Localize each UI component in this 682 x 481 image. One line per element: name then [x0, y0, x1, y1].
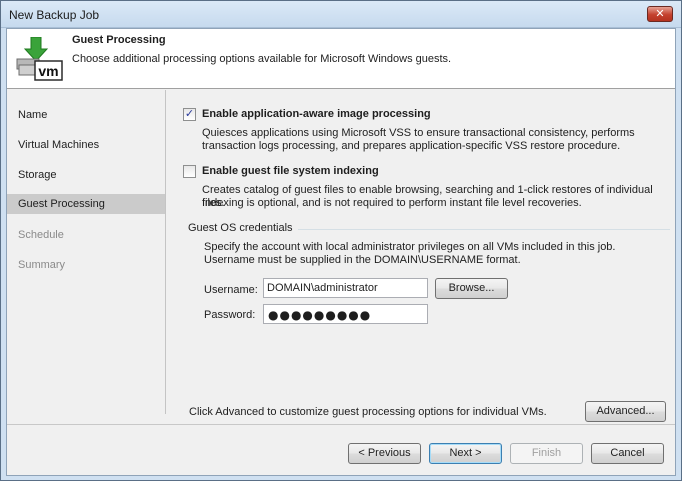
window-title: New Backup Job	[9, 8, 100, 22]
close-button[interactable]: ✕	[647, 6, 673, 22]
page-subtitle: Choose additional processing options ava…	[72, 53, 452, 65]
sidebar-item-name[interactable]: Name	[7, 105, 165, 125]
title-bar[interactable]: New Backup Job ✕	[1, 1, 681, 28]
indexing-desc-2: Indexing is optional, and is not require…	[202, 197, 582, 209]
advanced-hint: Click Advanced to customize guest proces…	[189, 406, 547, 418]
vm-icon-text: vm	[38, 63, 58, 79]
guest-processing-panel: ✓ Enable application-aware image process…	[167, 90, 675, 414]
credentials-group-label: Guest OS credentials	[188, 222, 293, 234]
finish-button[interactable]: Finish	[510, 443, 583, 464]
credentials-desc-1: Specify the account with local administr…	[204, 241, 616, 253]
username-input[interactable]	[263, 278, 428, 298]
app-aware-desc-1: Quiesces applications using Microsoft VS…	[202, 127, 635, 139]
cancel-button[interactable]: Cancel	[591, 443, 664, 464]
sidebar-item-schedule[interactable]: Schedule	[7, 225, 165, 245]
sidebar-item-guest-processing[interactable]: Guest Processing	[7, 194, 165, 214]
password-label: Password:	[204, 309, 256, 321]
checkmark-icon: ✓	[184, 107, 195, 120]
indexing-label[interactable]: Enable guest file system indexing	[202, 165, 379, 177]
app-aware-label[interactable]: Enable application-aware image processin…	[202, 108, 431, 120]
credentials-desc-2: Username must be supplied in the DOMAIN\…	[204, 254, 521, 266]
close-icon: ✕	[655, 7, 665, 20]
footer-divider	[7, 424, 675, 425]
vm-download-icon: vm	[16, 37, 63, 81]
app-aware-desc-2: transaction logs processing, and prepare…	[202, 140, 621, 152]
new-backup-job-window: New Backup Job ✕ vm Guest Processing Cho…	[0, 0, 682, 481]
previous-button[interactable]: < Previous	[348, 443, 421, 464]
password-input[interactable]: ●●●●●●●●●	[263, 304, 428, 324]
credentials-group-divider	[298, 229, 670, 230]
wizard-header: vm Guest Processing Choose additional pr…	[7, 29, 675, 89]
app-aware-checkbox[interactable]: ✓	[183, 107, 196, 121]
browse-button[interactable]: Browse...	[435, 278, 508, 299]
password-mask: ●●●●●●●●●	[268, 308, 372, 322]
page-title: Guest Processing	[72, 34, 166, 46]
wizard-client-area: vm Guest Processing Choose additional pr…	[6, 28, 676, 476]
next-button[interactable]: Next >	[429, 443, 502, 464]
sidebar-item-virtual-machines[interactable]: Virtual Machines	[7, 135, 165, 155]
username-label: Username:	[204, 284, 258, 296]
sidebar-item-summary[interactable]: Summary	[7, 255, 165, 275]
indexing-checkbox[interactable]	[183, 165, 196, 178]
sidebar-item-storage[interactable]: Storage	[7, 165, 165, 185]
wizard-steps-sidebar: Name Virtual Machines Storage Guest Proc…	[7, 90, 166, 414]
advanced-button[interactable]: Advanced...	[585, 401, 666, 422]
